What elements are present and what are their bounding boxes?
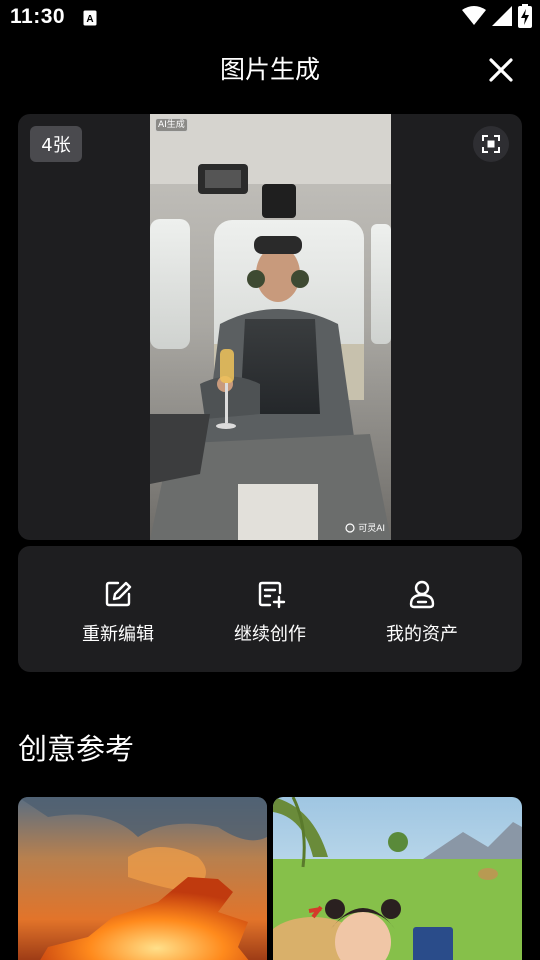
close-icon: [489, 58, 513, 82]
wifi-icon: [462, 6, 486, 30]
action-panel: 重新编辑 继续创作 我的资产: [18, 546, 522, 672]
header: 图片生成: [0, 36, 540, 102]
user-assets-icon: [409, 580, 435, 609]
continue-create-icon: [258, 581, 286, 609]
image-count-badge: 4张: [30, 126, 82, 162]
page-title: 图片生成: [219, 55, 320, 84]
generated-image[interactable]: AI生成 可灵AI: [150, 114, 391, 540]
signal-icon: [492, 6, 512, 30]
watermark-text: 可灵AI: [358, 524, 385, 534]
reference-thumbnail[interactable]: [18, 797, 267, 960]
edit-icon: [105, 581, 132, 607]
status-bar: 11:30 A: [0, 0, 540, 36]
my-assets-button[interactable]: 我的资产: [347, 546, 497, 672]
status-icons: [462, 4, 532, 32]
preview-card: AI生成 可灵AI 4张: [18, 114, 522, 540]
re-edit-button[interactable]: 重新编辑: [43, 546, 193, 672]
a-letter-icon: A: [83, 10, 97, 26]
continue-create-label: 继续创作: [234, 624, 306, 645]
watermark: 可灵AI: [345, 521, 385, 534]
ai-generated-tag: AI生成: [155, 118, 188, 132]
svg-text:A: A: [86, 14, 93, 25]
status-time: 11:30: [10, 5, 66, 28]
close-button[interactable]: [484, 53, 518, 87]
battery-charging-icon: [518, 4, 532, 32]
my-assets-label: 我的资产: [386, 624, 458, 645]
continue-create-button[interactable]: 继续创作: [195, 546, 345, 672]
expand-button[interactable]: [473, 126, 509, 162]
section-title: 创意参考: [18, 732, 135, 766]
watermark-logo-icon: [345, 522, 355, 533]
re-edit-label: 重新编辑: [82, 624, 154, 645]
reference-thumbnail[interactable]: [273, 797, 522, 960]
expand-icon: [482, 135, 500, 153]
